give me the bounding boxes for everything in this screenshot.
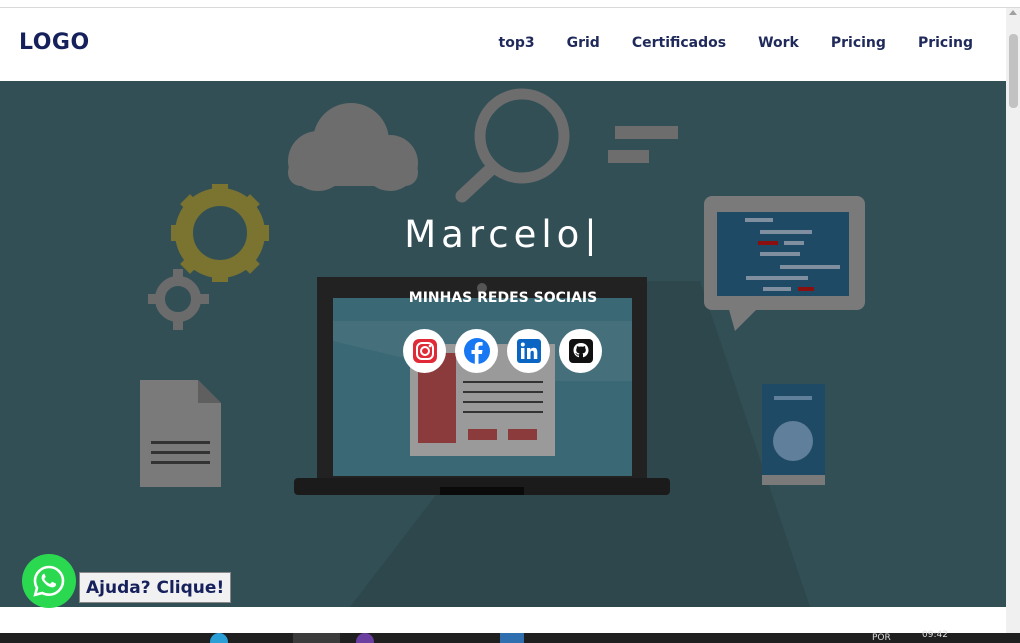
- instagram-icon: [412, 339, 437, 363]
- nav-item-grid[interactable]: Grid: [567, 35, 600, 51]
- whatsapp-icon: [33, 565, 65, 597]
- nav-item-pricing[interactable]: Pricing: [831, 35, 886, 51]
- navbar: LOGO top3 Grid Certificados Work Pricing…: [0, 8, 1006, 81]
- cloud-icon: [288, 103, 418, 191]
- github-icon: [568, 339, 593, 363]
- taskbar-app-icon-3[interactable]: [500, 633, 524, 643]
- taskbar-clock[interactable]: 09:42: [922, 630, 948, 640]
- page-bottom-strip: [0, 607, 1006, 633]
- page-scrollbar[interactable]: [1006, 8, 1020, 635]
- social-heading: MINHAS REDES SOCIAIS: [408, 290, 598, 306]
- nav-item-work[interactable]: Work: [758, 35, 799, 51]
- browser-top-edge: [0, 0, 1020, 8]
- facebook-icon: [463, 338, 490, 364]
- logo[interactable]: LOGO: [19, 30, 90, 55]
- book-icon: [762, 384, 825, 485]
- laptop-icon: [294, 277, 670, 495]
- os-taskbar: POR 09:42: [0, 630, 1020, 643]
- taskbar-active-app-icon[interactable]: [293, 633, 340, 643]
- nav-item-certificados[interactable]: Certificados: [632, 35, 726, 51]
- nav-item-top3[interactable]: top3: [499, 35, 535, 51]
- instagram-button[interactable]: [403, 329, 446, 373]
- whatsapp-button[interactable]: [22, 554, 76, 608]
- hero-title: Marcelo|: [404, 213, 602, 256]
- scrollbar-thumb[interactable]: [1009, 34, 1018, 108]
- taskbar-language[interactable]: POR: [872, 633, 891, 643]
- linkedin-button[interactable]: [507, 329, 550, 373]
- taskbar-app-icon[interactable]: [210, 633, 228, 643]
- linkedin-icon: [516, 339, 541, 363]
- nav-item-pricing-2[interactable]: Pricing: [918, 35, 973, 51]
- magnifier-icon: [455, 88, 570, 203]
- social-links: [403, 329, 602, 373]
- document-icon: [140, 380, 221, 487]
- github-button[interactable]: [559, 329, 602, 373]
- taskbar-app-icon-2[interactable]: [356, 633, 374, 643]
- hero-section: Marcelo| MINHAS REDES SOCIAIS: [0, 81, 1006, 607]
- scroll-up-arrow-icon[interactable]: [1009, 10, 1017, 15]
- facebook-button[interactable]: [455, 329, 498, 373]
- help-label-button[interactable]: Ajuda? Clique!: [79, 572, 232, 603]
- nav-menu: top3 Grid Certificados Work Pricing Pric…: [467, 35, 973, 51]
